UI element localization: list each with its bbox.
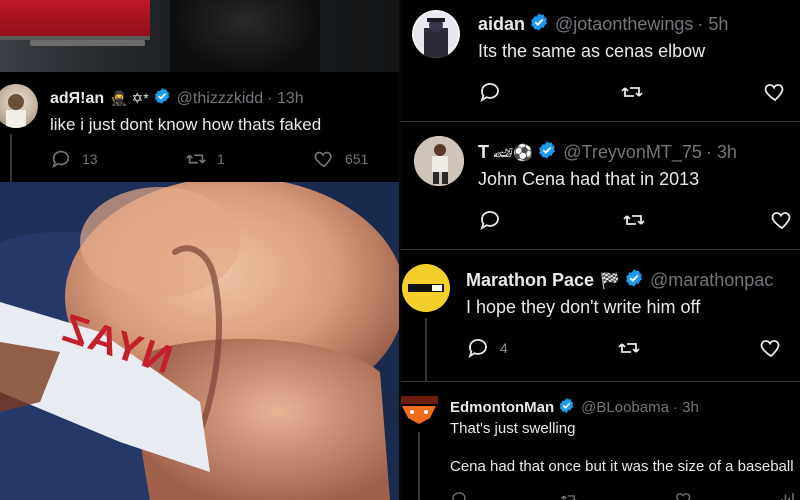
reply-action[interactable]	[478, 208, 502, 232]
reply-icon	[452, 492, 466, 500]
dark-figure	[170, 0, 320, 72]
display-name[interactable]: adЯ!an	[50, 90, 104, 108]
views-action[interactable]	[778, 490, 796, 500]
heart-icon	[771, 212, 791, 230]
like-action[interactable]	[770, 208, 794, 232]
rail	[30, 40, 145, 46]
verified-badge-icon	[624, 268, 644, 293]
avatar-marathon-art	[402, 264, 450, 312]
avatar-aidan[interactable]	[412, 10, 460, 58]
tweet-edmonton[interactable]: EdmontonMan @BLoobama · 3h That's just s…	[400, 382, 800, 500]
avatar-marathon[interactable]	[402, 264, 450, 312]
timestamp[interactable]: · 3h	[673, 399, 699, 416]
handle[interactable]: @thizzzkidd	[177, 90, 264, 108]
thread-line	[418, 432, 420, 500]
retweet-action[interactable]	[620, 80, 644, 104]
views-icon	[781, 493, 794, 500]
name-emoji: 🏎⚽	[493, 144, 534, 162]
avatar-adrian[interactable]	[0, 84, 38, 128]
display-name[interactable]: T	[478, 142, 489, 163]
tweet-text: I hope they don't write him off	[466, 297, 701, 317]
avatar-edmonton[interactable]	[400, 396, 438, 428]
heart-icon	[676, 493, 691, 500]
tweet-marathon[interactable]: Marathon Pace 🏁 @marathonpac I hope they…	[400, 250, 800, 382]
thread-line	[10, 134, 12, 182]
handle[interactable]: @BLoobama	[581, 399, 669, 416]
top-photo-crop	[0, 0, 400, 72]
retweet-action[interactable]: 1	[185, 148, 225, 170]
column-seam	[399, 0, 401, 500]
tweet-aidan[interactable]: aidan @jotaonthewings · 5h Its the same …	[400, 0, 800, 122]
verified-badge-icon	[537, 140, 557, 165]
reply-count: 4	[500, 340, 508, 356]
retweet-action[interactable]	[622, 208, 646, 232]
retweet-icon	[186, 154, 206, 164]
verified-badge-icon	[529, 12, 549, 37]
timestamp[interactable]: · 13h	[267, 90, 303, 108]
tweet-adrian[interactable]: adЯ!an 🥷 ✡* @thizzzkidd · 13h like i jus…	[0, 72, 400, 182]
tweet-header: Marathon Pace 🏁 @marathonpac	[466, 268, 773, 293]
reply-icon	[480, 83, 499, 103]
handle[interactable]: @TreyvonMT_75	[563, 142, 702, 163]
red-case	[0, 0, 150, 40]
like-action[interactable]: 651	[313, 148, 368, 170]
tweet-header: EdmontonMan @BLoobama · 3h	[450, 397, 699, 418]
heart-icon	[764, 84, 784, 102]
reply-icon	[52, 150, 70, 169]
heart-icon	[314, 151, 332, 168]
reply-icon	[468, 339, 487, 359]
tweet-text: John Cena had that in 2013	[478, 169, 700, 189]
main-photo-crop: NYAZ	[0, 182, 400, 500]
display-name[interactable]: Marathon Pace	[466, 270, 594, 291]
tweet-header: adЯ!an 🥷 ✡* @thizzzkidd · 13h	[50, 87, 304, 110]
timestamp[interactable]: · 3h	[706, 142, 737, 163]
tweet-header: T 🏎⚽ @TreyvonMT_75 · 3h	[478, 140, 737, 165]
tweet-text: like i just dont know how thats faked	[50, 115, 322, 134]
tweet-text-line1: That's just swelling	[450, 420, 576, 437]
handle[interactable]: @marathonpac	[650, 270, 773, 291]
retweet-icon	[623, 215, 645, 225]
avatar-t-art	[414, 136, 464, 186]
like-action[interactable]	[759, 336, 783, 360]
heart-icon	[760, 340, 780, 358]
timestamp[interactable]: · 5h	[697, 14, 728, 35]
avatar-adrian-art	[6, 94, 26, 128]
tweet-text: Its the same as cenas elbow	[478, 41, 706, 61]
retweet-icon	[561, 495, 577, 500]
like-count: 651	[345, 151, 369, 167]
avatar-t[interactable]	[414, 136, 464, 186]
avatar-aidan-art	[414, 12, 458, 58]
tweet-t[interactable]: T 🏎⚽ @TreyvonMT_75 · 3h John Cena had th…	[400, 122, 800, 250]
display-name[interactable]: aidan	[478, 14, 525, 35]
display-name[interactable]: EdmontonMan	[450, 399, 554, 416]
name-emoji: 🏁	[600, 272, 620, 290]
reply-action[interactable]: 13	[50, 148, 98, 170]
verified-badge-icon	[558, 397, 575, 418]
reply-count: 13	[82, 151, 98, 167]
handle[interactable]: @jotaonthewings	[555, 14, 693, 35]
reply-action[interactable]	[478, 80, 502, 104]
thread-line	[425, 318, 427, 382]
tweet-text-line2: Cena had that once but it was the size o…	[450, 458, 794, 475]
like-action[interactable]	[763, 80, 787, 104]
reply-icon	[480, 211, 499, 231]
retweet-icon	[618, 343, 640, 353]
name-emoji: 🥷 ✡*	[110, 90, 149, 106]
reply-action[interactable]: 4	[466, 336, 508, 360]
verified-badge-icon	[153, 87, 171, 110]
retweet-action[interactable]	[617, 336, 641, 360]
retweet-action[interactable]	[560, 490, 578, 500]
retweet-icon	[621, 87, 643, 97]
retweet-count: 1	[217, 151, 225, 167]
like-action[interactable]	[675, 490, 693, 500]
reply-action[interactable]	[450, 490, 468, 500]
avatar-edmonton-art	[400, 396, 438, 424]
tweet-header: aidan @jotaonthewings · 5h	[478, 12, 728, 37]
